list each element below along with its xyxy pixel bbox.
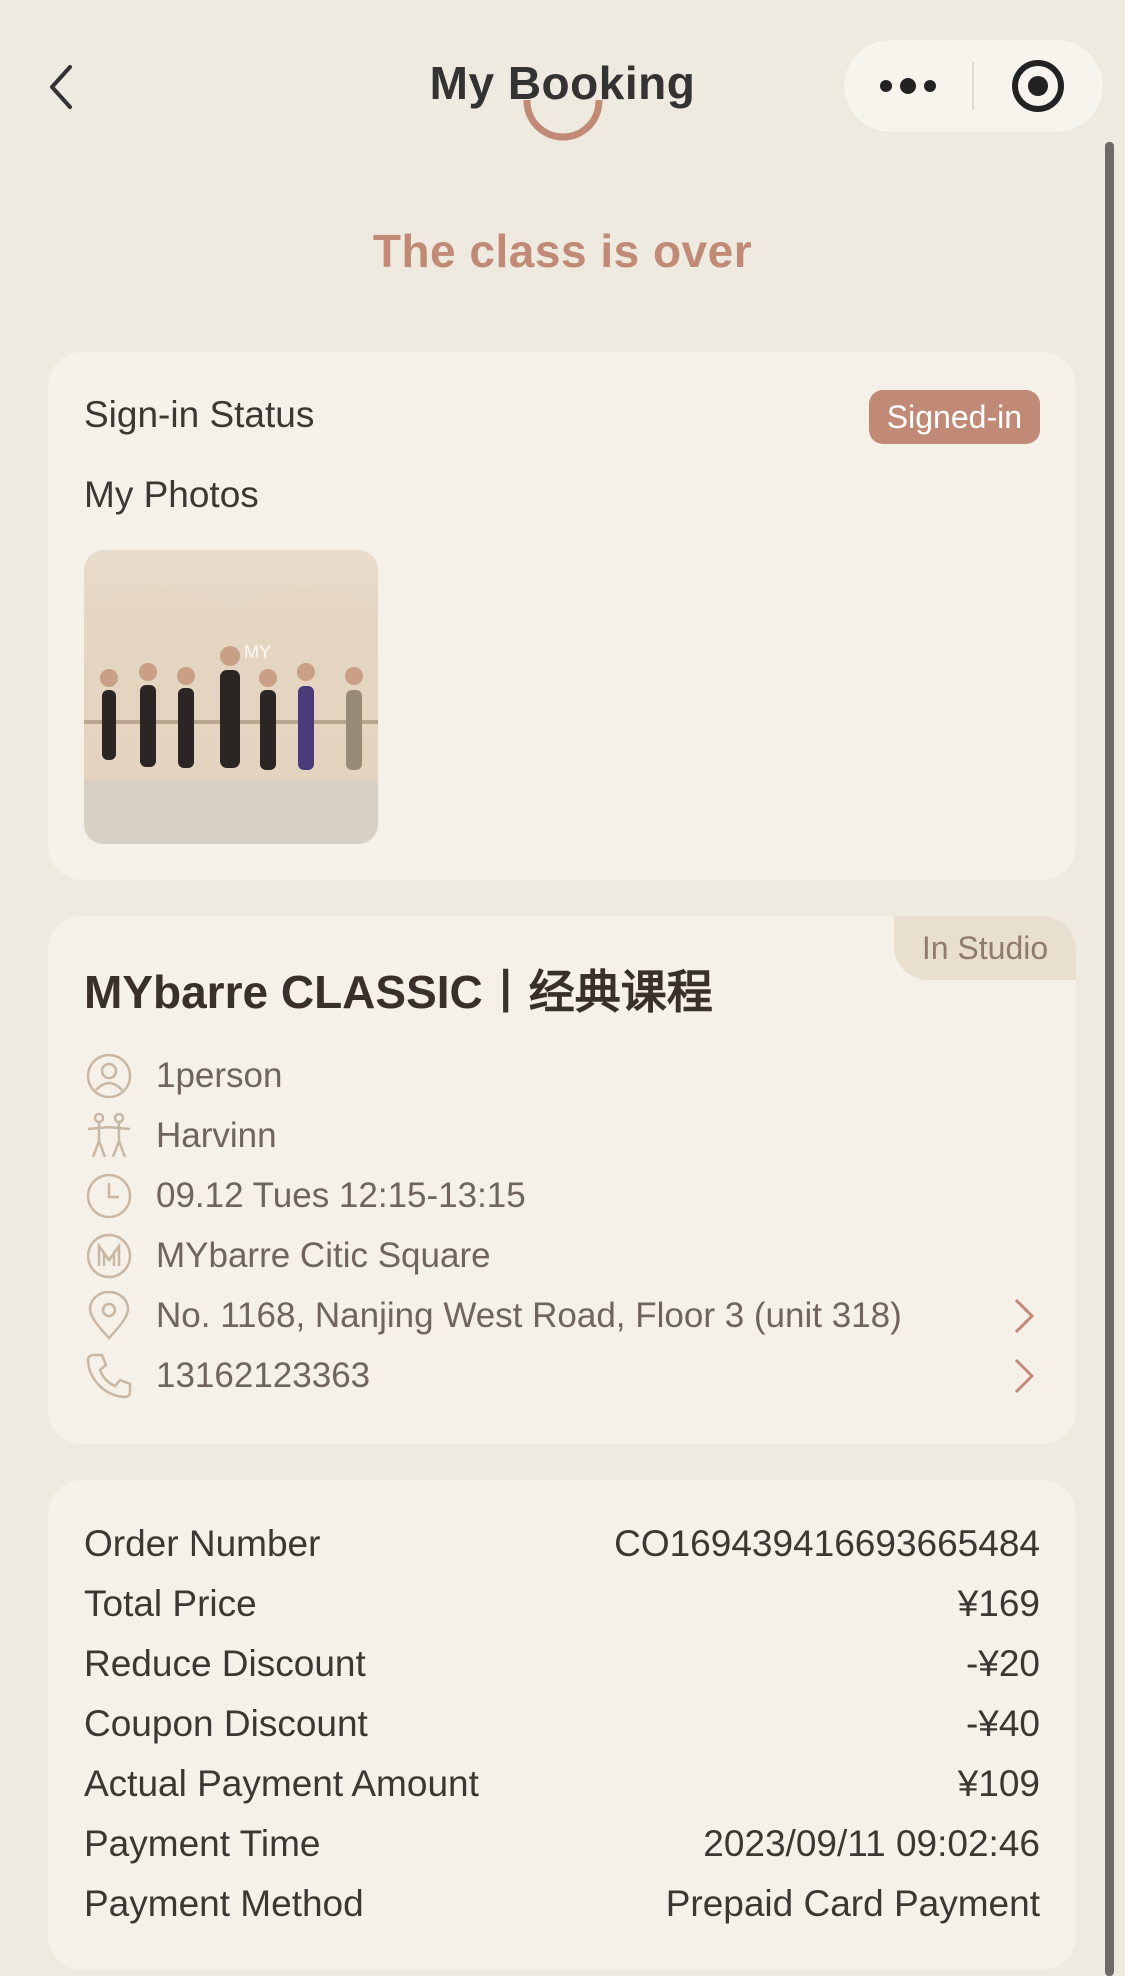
signin-status-label: Sign-in Status [84,394,315,435]
signin-card: Sign-in Status Signed-in My Photos MY [48,352,1076,880]
order-label: Total Price [84,1583,257,1624]
info-row-instructor: Harvinn [84,1106,1044,1166]
order-label: Reduce Discount [84,1643,366,1684]
status-badge: Signed-in [868,390,1040,444]
order-value: CO1694394166936654​84 [614,1523,1040,1564]
order-row-number: Order Number CO1694394166936654​84 [84,1514,1040,1574]
person-icon [84,1051,134,1101]
order-label: Coupon Discount [84,1703,368,1744]
class-title: MYbarre CLASSIC丨经典课程 [84,966,713,1018]
order-value: -¥40 [965,1703,1040,1744]
more-button[interactable] [844,40,972,132]
class-status-text: The class is over [372,225,753,277]
location-pin-icon [84,1291,134,1341]
order-value: ¥109 [957,1763,1040,1804]
target-icon [1012,60,1064,112]
class-info-card: In Studio MYbarre CLASSIC丨经典课程 1person H… [48,916,1076,1444]
class-photo[interactable]: MY [84,550,378,844]
svg-text:MY: MY [244,642,271,662]
order-value: -¥20 [965,1643,1040,1684]
order-label: Order Number [84,1523,321,1564]
close-mini-program-button[interactable] [974,40,1102,132]
info-row-studio: MYbarre Citic Square [84,1226,1044,1286]
order-label: Payment Time [84,1823,321,1864]
order-value: Prepaid Card Payment [665,1883,1040,1924]
order-value: ¥169 [957,1583,1040,1624]
phone-icon [84,1351,134,1401]
chevron-right-icon[interactable] [1004,1291,1044,1341]
order-row-actual: Actual Payment Amount ¥109 [84,1754,1040,1814]
order-row-reduce: Reduce Discount -¥20 [84,1634,1040,1694]
order-row-method: Payment Method Prepaid Card Payment [84,1874,1040,1934]
status-circle-icon [522,100,604,182]
my-photos-label: My Photos [84,474,259,515]
class-time: 09.12 Tues 12:15-13:15 [156,1176,526,1215]
studio-address: No. 1168, Nanjing West Road, Floor 3 (un… [156,1296,902,1335]
people-count: 1person [156,1056,283,1095]
order-row-time: Payment Time 2023/09/11 09:02:46 [84,1814,1040,1874]
info-row-address[interactable]: No. 1168, Nanjing West Road, Floor 3 (un… [84,1286,1044,1346]
scrollbar[interactable] [1105,142,1114,1976]
clock-icon [84,1171,134,1221]
chevron-right-icon[interactable] [1004,1351,1044,1401]
order-row-coupon: Coupon Discount -¥40 [84,1694,1040,1754]
mybarre-logo-icon [84,1231,134,1281]
info-row-people: 1person [84,1046,1044,1106]
dancers-icon [84,1111,134,1161]
order-label: Actual Payment Amount [84,1763,479,1804]
order-card: Order Number CO1694394166936654​84 Total… [48,1480,1076,1970]
studio-phone: 13162123363 [156,1356,371,1395]
more-dots-icon [880,78,936,94]
mini-program-capsule [844,40,1103,132]
order-label: Payment Method [84,1883,364,1924]
in-studio-tag: In Studio [894,916,1076,980]
studio-name: MYbarre Citic Square [156,1236,491,1275]
order-value: 2023/09/11 09:02:46 [703,1823,1040,1864]
instructor-name: Harvinn [156,1116,277,1155]
order-row-total: Total Price ¥169 [84,1574,1040,1634]
info-row-phone[interactable]: 13162123363 [84,1346,1044,1406]
info-row-time: 09.12 Tues 12:15-13:15 [84,1166,1044,1226]
